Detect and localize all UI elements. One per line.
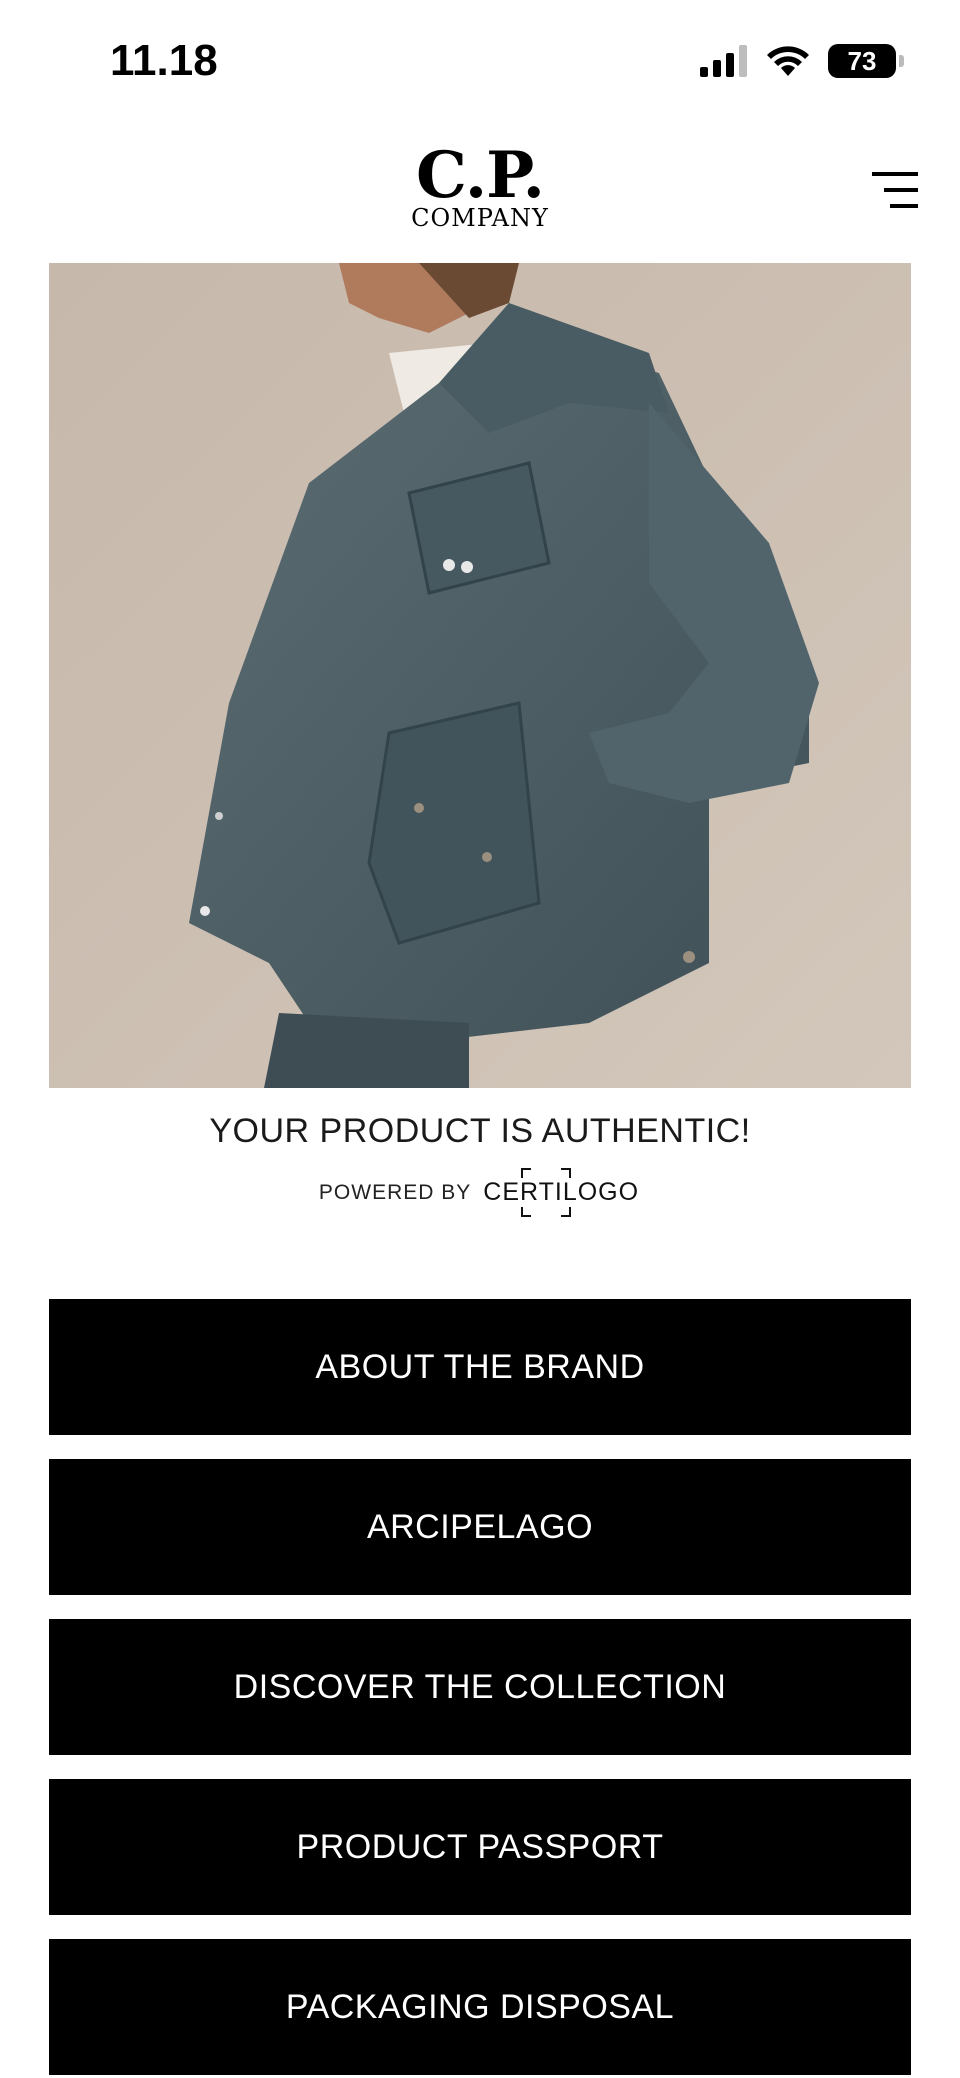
site-header: C.P. COMPANY [0,140,960,260]
packaging-disposal-button[interactable]: PACKAGING DISPOSAL [49,1939,911,2075]
about-the-brand-button[interactable]: ABOUT THE BRAND [49,1299,911,1435]
hamburger-menu-icon [872,172,918,208]
certilogo-bracket-bl [521,1207,532,1217]
powered-by-label: POWERED BY [318,1180,472,1204]
certilogo-bracket-tl [521,1168,532,1178]
battery-level: 73 [847,45,877,76]
jacket-model-photo [49,263,911,1088]
hamburger-menu-button[interactable] [870,170,920,210]
logo-main-text: C.P. [416,138,545,213]
certilogo-bracket-br [561,1207,572,1217]
brand-logo[interactable]: C.P. COMPANY [380,138,580,232]
battery-icon: 73 [828,44,904,78]
status-icons: 73 [700,44,904,78]
hero-product-image [49,263,911,1088]
certilogo-logo[interactable]: CERTILOGO [481,1168,641,1217]
logo-sub-text: COMPANY [411,204,549,232]
wifi-icon [767,46,809,76]
authenticity-message: YOUR PRODUCT IS AUTHENTIC! [209,1112,751,1150]
certilogo-bracket-tr [561,1168,572,1178]
product-passport-button[interactable]: PRODUCT PASSPORT [49,1779,911,1915]
certilogo-text: CERTILOGO [483,1178,640,1206]
cellular-signal-icon [700,45,747,77]
battery-nub [899,55,904,67]
status-time: 11.18 [110,36,218,85]
status-bar: 11.18 73 [0,0,960,120]
discover-collection-button[interactable]: DISCOVER THE COLLECTION [49,1619,911,1755]
arcipelago-button[interactable]: ARCIPELAGO [49,1459,911,1595]
powered-by-row: POWERED BY CERTILOGO [0,1168,960,1217]
